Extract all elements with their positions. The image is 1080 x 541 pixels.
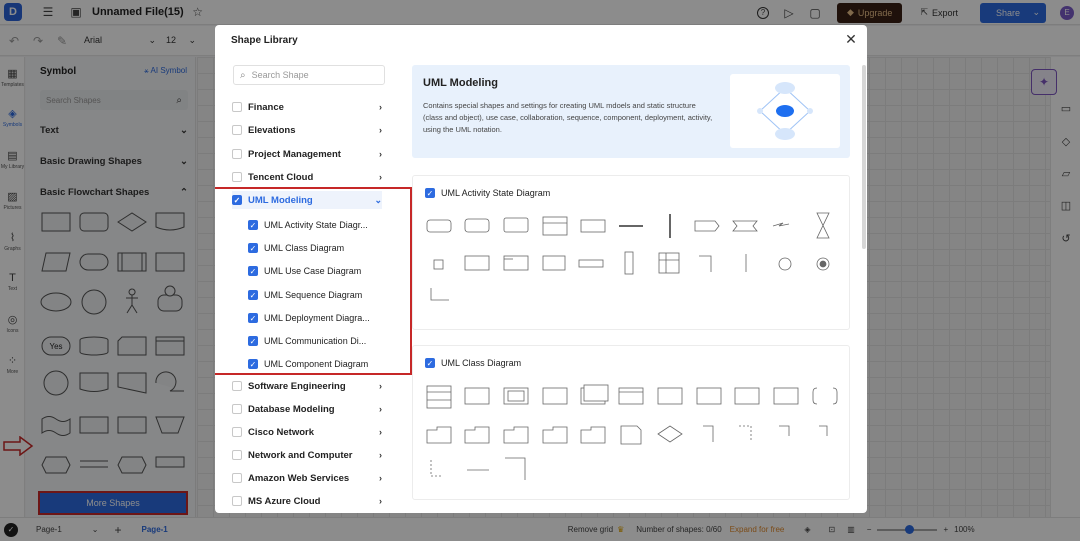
category-tencent-cloud[interactable]: Tencent Cloud › bbox=[232, 168, 382, 186]
app-window: D ☰ ▣ Unnamed File(15) ☆ ? ▷ ▢ ◆ Upgrade… bbox=[0, 0, 1080, 541]
category-cisco-network[interactable]: Cisco Network › bbox=[232, 423, 382, 441]
checkbox[interactable] bbox=[232, 172, 242, 182]
category-label: MS Azure Cloud bbox=[248, 495, 321, 507]
chevron-right-icon: › bbox=[379, 381, 382, 391]
activity-state-shapes[interactable] bbox=[413, 176, 851, 331]
checkbox[interactable] bbox=[232, 450, 242, 460]
banner-description: Contains special shapes and settings for… bbox=[423, 101, 713, 134]
chevron-right-icon: › bbox=[379, 172, 382, 182]
checkbox[interactable] bbox=[232, 496, 242, 506]
category-label: Finance bbox=[248, 101, 284, 113]
dialog-title: Shape Library bbox=[231, 35, 298, 46]
checkbox[interactable] bbox=[232, 102, 242, 112]
chevron-right-icon: › bbox=[379, 404, 382, 414]
shape-library-dialog: Shape Library ✕ ⌕ Search Shape Finance › … bbox=[215, 25, 867, 513]
shape-search-input[interactable]: ⌕ Search Shape bbox=[233, 65, 385, 85]
category-label: Network and Computer bbox=[248, 449, 353, 461]
search-placeholder: Search Shape bbox=[251, 70, 309, 80]
search-icon: ⌕ bbox=[240, 69, 246, 81]
class-diagram-shapes[interactable] bbox=[413, 346, 851, 501]
group-activity-state: ✓ UML Activity State Diagram bbox=[412, 175, 850, 330]
chevron-right-icon: › bbox=[379, 125, 382, 135]
category-software-engineering[interactable]: Software Engineering › bbox=[232, 377, 382, 395]
chevron-right-icon: › bbox=[379, 149, 382, 159]
checkbox[interactable] bbox=[232, 427, 242, 437]
category-database-modeling[interactable]: Database Modeling › bbox=[232, 400, 382, 418]
category-label: Project Management bbox=[248, 148, 341, 160]
category-elevations[interactable]: Elevations › bbox=[232, 121, 382, 139]
chevron-right-icon: › bbox=[379, 496, 382, 506]
checkbox[interactable] bbox=[232, 149, 242, 159]
close-icon[interactable]: ✕ bbox=[843, 31, 859, 47]
category-label: Software Engineering bbox=[248, 380, 346, 392]
category-aws[interactable]: Amazon Web Services › bbox=[232, 469, 382, 487]
modal-scrollbar[interactable] bbox=[862, 65, 866, 249]
category-azure[interactable]: MS Azure Cloud › bbox=[232, 492, 382, 510]
chevron-right-icon: › bbox=[379, 473, 382, 483]
uml-diagram-icon bbox=[757, 82, 813, 140]
uml-banner: UML Modeling Contains special shapes and… bbox=[412, 65, 850, 158]
chevron-right-icon: › bbox=[379, 450, 382, 460]
banner-illustration bbox=[730, 74, 840, 148]
category-finance[interactable]: Finance › bbox=[232, 98, 382, 116]
category-label: Database Modeling bbox=[248, 403, 335, 415]
banner-title: UML Modeling bbox=[423, 77, 498, 89]
category-label: Cisco Network bbox=[248, 426, 314, 438]
category-network-computer[interactable]: Network and Computer › bbox=[232, 446, 382, 464]
checkbox[interactable] bbox=[232, 404, 242, 414]
checkbox[interactable] bbox=[232, 125, 242, 135]
group-class-diagram: ✓ UML Class Diagram bbox=[412, 345, 850, 500]
chevron-right-icon: › bbox=[379, 427, 382, 437]
chevron-right-icon: › bbox=[379, 102, 382, 112]
category-project-management[interactable]: Project Management › bbox=[232, 145, 382, 163]
category-label: Amazon Web Services bbox=[248, 472, 350, 484]
checkbox[interactable] bbox=[232, 381, 242, 391]
category-label: Tencent Cloud bbox=[248, 171, 314, 183]
annotation-highlight-box bbox=[215, 187, 412, 375]
category-label: Elevations bbox=[248, 124, 296, 136]
checkbox[interactable] bbox=[232, 473, 242, 483]
